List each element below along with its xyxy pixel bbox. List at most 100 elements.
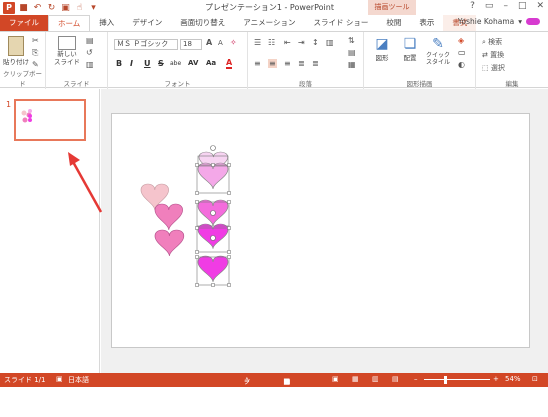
align-center-icon[interactable]: ≡: [268, 59, 277, 68]
font-color-button[interactable]: A: [226, 58, 233, 69]
tab-insert[interactable]: 挿入: [90, 15, 123, 31]
title-bar: P ■ ↶ ↻ ▣ ☝ ▾ プレゼンテーション1 - PowerPoint 描画…: [0, 0, 548, 15]
font-group: ＭＳ Ｐゴシック 18 A A ✧ B I U S abe AV Aa A フォ…: [108, 32, 248, 89]
font-size-select[interactable]: 18: [180, 39, 202, 50]
editing-group: ⌕ 検索 ⇄ 置換 ⬚ 選択 編集: [476, 32, 548, 89]
layout-icon[interactable]: ▤: [86, 36, 94, 45]
paste-label: 貼り付け: [3, 58, 29, 66]
align-left-icon[interactable]: ≡: [254, 59, 261, 68]
window-title: プレゼンテーション1 - PowerPoint: [205, 3, 334, 12]
user-account[interactable]: Yoshie Kohama ▾: [458, 17, 540, 26]
new-slide-label: 新しい スライド: [54, 50, 80, 66]
underline-button[interactable]: U: [144, 59, 151, 68]
text-direction-icon[interactable]: ⇅: [348, 36, 355, 45]
slides-group: 新しい スライド ▤ ↺ ▥ スライド: [46, 32, 108, 89]
comments-label: コメント: [284, 378, 291, 416]
zoom-slider-thumb[interactable]: [444, 376, 447, 384]
zoom-out-icon[interactable]: –: [414, 375, 418, 383]
shape-outline-icon[interactable]: ▭: [458, 48, 466, 57]
slide-number: 1: [6, 100, 12, 109]
tab-slideshow[interactable]: スライド ショー: [304, 15, 377, 31]
font-name-select[interactable]: ＭＳ Ｐゴシック: [114, 39, 178, 50]
tab-home[interactable]: ホーム: [48, 15, 91, 31]
arrange-label: 配置: [403, 54, 417, 62]
shape-effects-icon[interactable]: ◐: [458, 60, 465, 69]
ribbon-display-icon[interactable]: ▭: [485, 1, 494, 11]
shrink-font-icon[interactable]: A: [218, 39, 223, 47]
find-label: 検索: [488, 38, 503, 46]
strikethrough-button[interactable]: S: [158, 59, 164, 68]
close-icon[interactable]: ✕: [536, 1, 544, 11]
tab-view[interactable]: 表示: [410, 15, 443, 31]
tab-transitions[interactable]: 画面切り替え: [171, 15, 234, 31]
line-spacing-icon[interactable]: ↕: [312, 38, 319, 47]
slideshow-icon[interactable]: ▣: [60, 2, 71, 13]
zoom-level[interactable]: 54%: [505, 375, 521, 383]
arrange-button[interactable]: ❏ 配置: [398, 36, 422, 62]
columns-icon[interactable]: ▥: [326, 38, 334, 47]
numbering-icon[interactable]: ☷: [268, 38, 275, 47]
maximize-icon[interactable]: □: [518, 1, 527, 11]
slide-canvas[interactable]: [111, 113, 530, 348]
minimize-icon[interactable]: –: [503, 1, 508, 11]
italic-button[interactable]: I: [130, 59, 133, 68]
section-icon[interactable]: ▥: [86, 60, 94, 69]
new-slide-button[interactable]: 新しい スライド: [52, 36, 82, 66]
reading-view-icon[interactable]: ▥: [372, 375, 379, 383]
save-icon[interactable]: ■: [18, 2, 29, 13]
undo-icon[interactable]: ↶: [32, 2, 43, 13]
increase-indent-icon[interactable]: ⇥: [298, 38, 305, 47]
tab-design[interactable]: デザイン: [123, 15, 171, 31]
change-case-button[interactable]: Aa: [206, 59, 216, 67]
tab-file[interactable]: ファイル: [0, 15, 48, 31]
zoom-in-icon[interactable]: +: [493, 375, 499, 383]
smartart-icon[interactable]: ▦: [348, 60, 356, 69]
select-button[interactable]: ⬚ 選択: [482, 63, 505, 73]
clipboard-group: 貼り付け ✂ ⎘ ✎ クリップボード: [0, 32, 46, 89]
shape-fill-icon[interactable]: ◈: [458, 36, 464, 45]
font-group-label: フォント: [164, 80, 191, 88]
shadow-button[interactable]: abe: [170, 60, 181, 67]
select-icon: ⬚: [482, 64, 489, 72]
slide-sorter-icon[interactable]: ▦: [352, 375, 359, 383]
replace-button[interactable]: ⇄ 置換: [482, 50, 504, 60]
zoom-slider[interactable]: [424, 379, 490, 380]
justify-icon[interactable]: ≣: [298, 59, 305, 68]
avatar: [526, 18, 540, 25]
drawing-tools-context-label: 描画ツール: [368, 0, 416, 15]
replace-label: 置換: [490, 51, 505, 59]
quick-styles-button[interactable]: ✎ クイック スタイル: [424, 36, 452, 66]
grow-font-icon[interactable]: A: [206, 38, 212, 47]
touch-mode-icon[interactable]: ☝: [74, 2, 85, 13]
bold-button[interactable]: B: [116, 59, 122, 68]
paste-button[interactable]: 貼り付け: [3, 36, 29, 66]
window-controls: ? ▭ – □ ✕: [470, 1, 544, 11]
normal-view-icon[interactable]: ▣: [332, 375, 339, 383]
decrease-indent-icon[interactable]: ⇤: [284, 38, 291, 47]
shapes-label: 図形: [375, 54, 389, 62]
reset-icon[interactable]: ↺: [86, 48, 93, 57]
help-icon[interactable]: ?: [470, 1, 475, 11]
cut-icon[interactable]: ✂: [32, 36, 39, 45]
find-button[interactable]: ⌕ 検索: [482, 37, 502, 47]
copy-icon[interactable]: ⎘: [32, 48, 38, 58]
tab-animations[interactable]: アニメーション: [234, 15, 304, 31]
slideshow-view-icon[interactable]: ▤: [392, 375, 399, 383]
distributed-icon[interactable]: ≣: [312, 59, 319, 68]
slide-thumbnail[interactable]: [14, 99, 86, 141]
ribbon: 貼り付け ✂ ⎘ ✎ クリップボード 新しい スライド ▤ ↺ ▥ スライド Ｍ…: [0, 31, 548, 89]
shapes-button[interactable]: ◪ 図形: [370, 36, 394, 62]
spellcheck-icon[interactable]: ▣: [56, 375, 63, 383]
language-indicator[interactable]: 日本語: [68, 375, 89, 385]
align-text-icon[interactable]: ▤: [348, 48, 356, 57]
fit-to-window-icon[interactable]: ⊡: [532, 375, 538, 383]
tab-review[interactable]: 校閲: [377, 15, 410, 31]
redo-icon[interactable]: ↻: [46, 2, 57, 13]
bullets-icon[interactable]: ☰: [254, 38, 261, 47]
replace-icon: ⇄: [482, 51, 488, 59]
char-spacing-button[interactable]: AV: [188, 59, 198, 67]
align-right-icon[interactable]: ≡: [284, 59, 291, 68]
clear-format-icon[interactable]: ✧: [230, 38, 237, 47]
customize-qat-icon[interactable]: ▾: [88, 2, 99, 13]
quick-styles-label: クイック スタイル: [425, 52, 450, 66]
